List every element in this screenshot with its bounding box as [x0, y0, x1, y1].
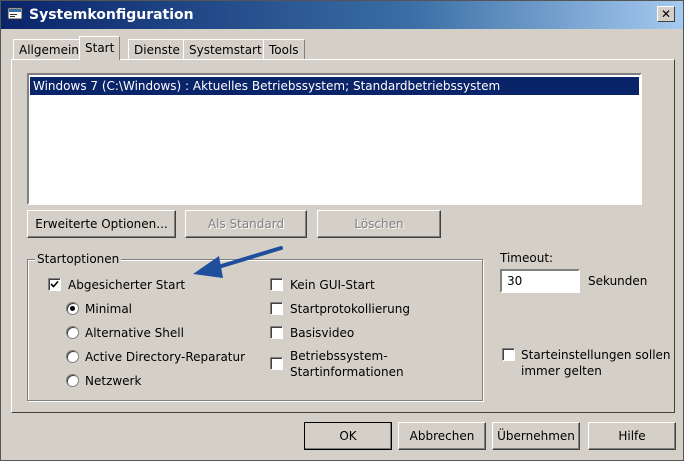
persist-settings-checkbox[interactable] [502, 348, 515, 361]
boot-entry-item[interactable]: Windows 7 (C:\Windows) : Aktuelles Betri… [30, 77, 639, 95]
safe-boot-checkbox[interactable] [48, 278, 61, 291]
tab-label: Dienste [134, 43, 180, 57]
tab-label: Start [85, 41, 115, 55]
annotation-arrow-icon [193, 246, 283, 278]
radio-network-label: Netzwerk [85, 374, 142, 388]
close-icon: ✕ [660, 7, 672, 21]
os-boot-information-checkbox[interactable] [270, 357, 283, 370]
delete-button[interactable]: Löschen [317, 210, 441, 238]
persist-settings-label-line2: immer gelten [521, 364, 602, 378]
timeout-unit-label: Sekunden [588, 274, 648, 288]
boot-entry-list[interactable]: Windows 7 (C:\Windows) : Aktuelles Betri… [27, 73, 642, 205]
boot-log-label: Startprotokollierung [290, 302, 410, 316]
radio-alternative-shell-label: Alternative Shell [85, 326, 184, 340]
tab-label: Tools [269, 43, 299, 57]
safe-boot-label: Abgesicherter Start [68, 278, 186, 292]
checkmark-icon [50, 280, 59, 288]
radio-alternative-shell[interactable] [66, 326, 79, 339]
msconfig-icon [7, 6, 23, 22]
tab-allgemein[interactable]: Allgemein [13, 39, 85, 59]
tab-label: Allgemein [19, 43, 79, 57]
tab-start[interactable]: Start [79, 36, 121, 60]
advanced-options-button[interactable]: Erweiterte Optionen... [27, 210, 176, 238]
persist-settings-label-line1: Starteinstellungen sollen [521, 348, 671, 362]
tab-label: Systemstart [189, 43, 262, 57]
tab-tools[interactable]: Tools [263, 39, 305, 59]
cancel-button[interactable]: Abbrechen [398, 422, 486, 450]
base-video-checkbox[interactable] [270, 326, 283, 339]
radio-active-directory-repair-label: Active Directory-Reparatur [85, 350, 246, 364]
tab-dienste[interactable]: Dienste [128, 39, 186, 59]
timeout-label: Timeout: [500, 251, 554, 265]
help-button[interactable]: Hilfe [588, 422, 676, 450]
radio-selected-dot [70, 306, 75, 311]
no-gui-boot-label: Kein GUI-Start [290, 278, 375, 292]
ok-button[interactable]: OK [304, 422, 392, 450]
window-title: Systemkonfiguration [29, 7, 194, 23]
radio-active-directory-repair[interactable] [66, 350, 79, 363]
tab-systemstart[interactable]: Systemstart [183, 39, 268, 59]
close-button[interactable]: ✕ [657, 6, 675, 22]
systemkonfiguration-window: Systemkonfiguration ✕ Allgemein Start Di… [0, 0, 684, 461]
set-default-button[interactable]: Als Standard [185, 210, 307, 238]
radio-minimal-label: Minimal [85, 302, 133, 316]
os-boot-information-label-line2: Startinformationen [290, 365, 404, 379]
os-boot-information-label-line1: Betriebssystem- [290, 349, 388, 363]
startoptions-group-label: Startoptionen [35, 252, 122, 266]
title-bar[interactable]: Systemkonfiguration ✕ [1, 1, 683, 29]
os-boot-information-label: Betriebssystem- Startinformationen [290, 348, 404, 380]
boot-log-checkbox[interactable] [270, 302, 283, 315]
apply-button[interactable]: Übernehmen [492, 422, 580, 450]
persist-settings-label: Starteinstellungen sollen immer gelten [521, 347, 671, 379]
timeout-input[interactable]: 30 [500, 269, 580, 293]
base-video-label: Basisvideo [290, 326, 355, 340]
radio-minimal[interactable] [66, 302, 79, 315]
radio-network[interactable] [66, 374, 79, 387]
